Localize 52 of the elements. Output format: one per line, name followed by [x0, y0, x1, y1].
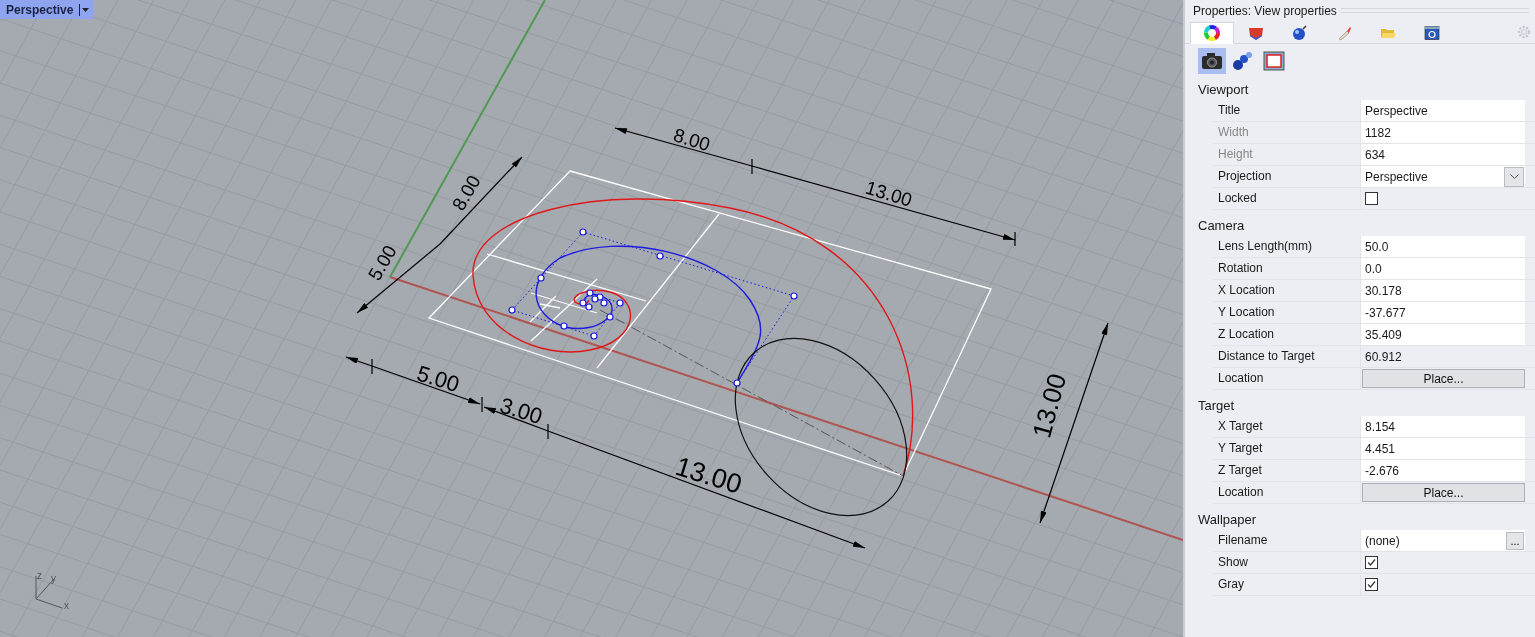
- axis-label: x: [64, 600, 69, 611]
- panel-title: Properties: View properties: [1193, 3, 1337, 18]
- property-field[interactable]: 50.0: [1361, 236, 1525, 257]
- section-header: Wallpaper: [1197, 511, 1258, 529]
- checkbox[interactable]: [1365, 556, 1378, 569]
- panel-subtab[interactable]: [1198, 48, 1226, 74]
- section-header: Target: [1197, 397, 1236, 415]
- viewport-title-tab[interactable]: Perspective: [0, 0, 94, 19]
- property-value: 60.912: [1364, 348, 1403, 366]
- dimension-label: 13.00: [671, 451, 746, 500]
- property-label: Location: [1213, 368, 1361, 389]
- axis-label: y: [51, 573, 56, 584]
- panel-tab[interactable]: [1190, 22, 1234, 44]
- checkbox[interactable]: [1365, 578, 1378, 591]
- dimension-label: 3.00: [497, 392, 546, 430]
- frame-icon: [1263, 51, 1285, 71]
- property-label: Gray: [1213, 574, 1361, 595]
- property-label: Locked: [1213, 188, 1361, 209]
- caret-icon: [79, 3, 90, 16]
- property-field[interactable]: Perspective: [1361, 100, 1525, 121]
- camera-icon: [1201, 52, 1223, 70]
- dropdown-value: Perspective: [1365, 169, 1428, 184]
- axis-gnomon-icon: [35, 575, 63, 609]
- property-field[interactable]: -2.676: [1361, 460, 1525, 481]
- place-button[interactable]: Place...: [1362, 483, 1525, 502]
- section-header: Viewport: [1197, 81, 1250, 99]
- property-field[interactable]: 4.451: [1361, 438, 1525, 459]
- color-wheel-icon: [1204, 25, 1220, 41]
- section-header: Camera: [1197, 217, 1246, 235]
- help-window-icon: [1424, 24, 1440, 41]
- property-field[interactable]: 30.178: [1361, 280, 1525, 301]
- property-field[interactable]: -37.677: [1361, 302, 1525, 323]
- panel-subtab[interactable]: [1260, 48, 1288, 74]
- browse-button[interactable]: ...: [1506, 531, 1524, 550]
- property-field[interactable]: 0.0: [1361, 258, 1525, 279]
- dimension-label: 13.00: [1026, 370, 1073, 441]
- filename-field[interactable]: (none): [1365, 533, 1400, 548]
- place-button[interactable]: Place...: [1362, 369, 1525, 388]
- projection-dropdown[interactable]: Perspective: [1361, 166, 1525, 187]
- spheres-icon: [1232, 51, 1254, 71]
- dimension-label: 8.00: [671, 124, 713, 156]
- property-label: Show: [1213, 552, 1361, 573]
- property-field[interactable]: 8.154: [1361, 416, 1525, 437]
- property-field[interactable]: 35.409: [1361, 324, 1525, 345]
- dimension-label: 13.00: [863, 176, 915, 211]
- sphere-icon: [1292, 24, 1308, 41]
- axis-label: z: [37, 570, 42, 581]
- property-label: Location: [1213, 482, 1361, 503]
- brush-icon: [1336, 24, 1352, 41]
- property-label: Distance to Target: [1213, 346, 1361, 367]
- checkbox[interactable]: [1365, 192, 1378, 205]
- dimension-label: 5.00: [414, 360, 463, 398]
